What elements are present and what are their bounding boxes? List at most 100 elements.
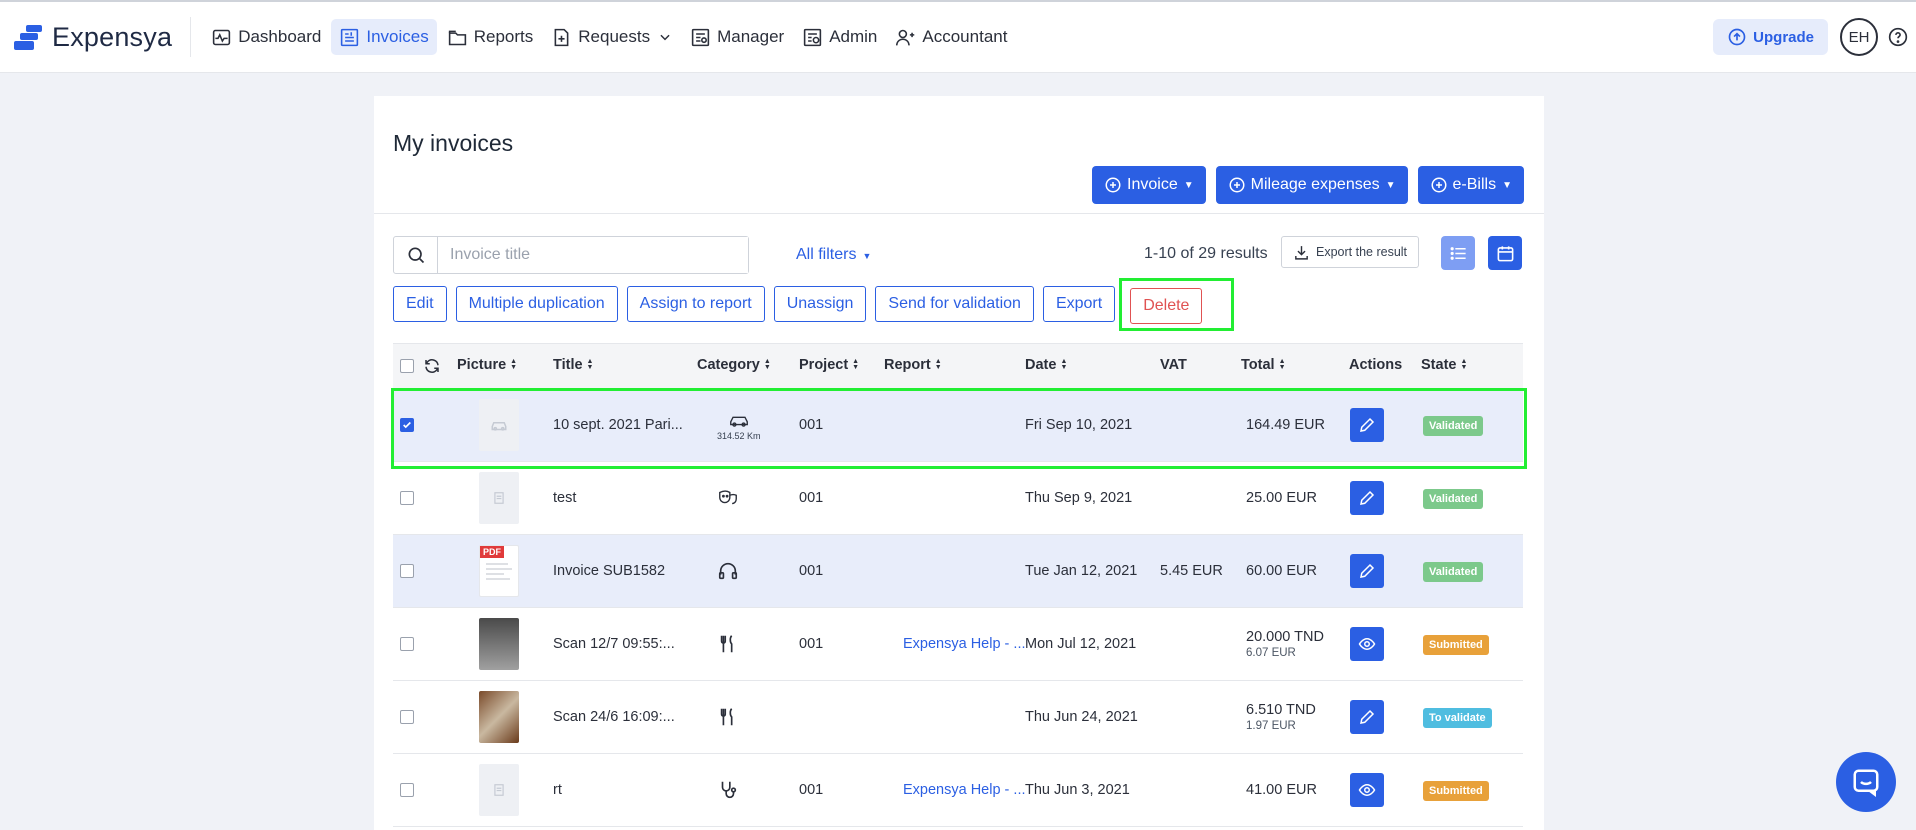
- invoice-thumbnail[interactable]: [479, 472, 519, 524]
- row-edit-button[interactable]: [1350, 554, 1384, 588]
- col-picture[interactable]: Picture ▲ ▼: [457, 357, 517, 373]
- add-invoice-button[interactable]: Invoice ▼: [1092, 166, 1206, 204]
- search-input[interactable]: [438, 237, 748, 273]
- row-checkbox[interactable]: [400, 491, 414, 505]
- add-mileage-button[interactable]: Mileage expenses ▼: [1215, 166, 1408, 204]
- edit-icon: [1360, 490, 1375, 505]
- table-row[interactable]: 10 sept. 2021 Pari... 314.52 Km 001 Fri …: [391, 388, 1527, 469]
- all-filters-dropdown[interactable]: All filters ▼: [796, 246, 871, 264]
- chevron-down-icon: [660, 34, 670, 41]
- invoice-thumbnail[interactable]: [479, 618, 519, 670]
- invoice-thumbnail[interactable]: [479, 399, 519, 451]
- row-edit-button[interactable]: [1350, 700, 1384, 734]
- row-title[interactable]: Scan 24/6 16:09:...: [553, 709, 675, 725]
- table-row[interactable]: test 001 Thu Sep 9, 2021 25.00 EUR Valid…: [393, 462, 1523, 535]
- fork-knife-icon: [720, 708, 733, 726]
- top-right-area: Upgrade EH: [1713, 18, 1916, 56]
- status-badge-label: Validated: [1423, 562, 1484, 582]
- create-buttons: Invoice ▼ Mileage expenses ▼ e-Bills ▼: [1082, 166, 1524, 204]
- status-badge: Submitted: [1423, 781, 1489, 801]
- category-health: [717, 779, 739, 801]
- delete-button[interactable]: Delete: [1130, 288, 1203, 324]
- row-edit-button[interactable]: [1350, 408, 1384, 442]
- row-report-link[interactable]: Expensya Help - ...: [903, 636, 1026, 652]
- calendar-view-button[interactable]: [1488, 236, 1522, 270]
- table-row[interactable]: rt 001 Expensya Help - ... Thu Jun 3, 20…: [393, 754, 1523, 827]
- status-badge: Validated: [1423, 489, 1484, 509]
- nav-admin-label: Admin: [829, 27, 878, 46]
- row-checkbox[interactable]: [400, 637, 414, 651]
- col-total[interactable]: Total ▲ ▼: [1241, 357, 1286, 373]
- row-checkbox[interactable]: [400, 564, 414, 578]
- table-row[interactable]: Scan 12/7 09:55:... 001 Expensya Help - …: [393, 608, 1523, 681]
- nav-requests[interactable]: Requests: [543, 19, 680, 55]
- nav-dashboard-label: Dashboard: [238, 27, 322, 46]
- admin-icon: [804, 28, 822, 46]
- nav-invoices[interactable]: Invoices: [331, 19, 437, 55]
- fork-knife-icon: [720, 635, 733, 653]
- expensya-logo[interactable]: Expensya: [14, 17, 192, 57]
- col-date[interactable]: Date ▲ ▼: [1025, 357, 1067, 373]
- help-icon[interactable]: [1888, 27, 1908, 47]
- table-row[interactable]: PDF Invoice SUB1582 001 Tue Jan 12, 2021…: [393, 535, 1523, 608]
- add-ebills-button[interactable]: e-Bills ▼: [1417, 166, 1524, 204]
- invoice-thumbnail[interactable]: PDF: [479, 545, 519, 597]
- multiple-duplication-button[interactable]: Multiple duplication: [455, 286, 618, 322]
- nav-manager-label: Manager: [717, 27, 785, 46]
- col-report[interactable]: Report ▲ ▼: [884, 357, 942, 373]
- row-checkbox[interactable]: [400, 783, 414, 797]
- unassign-button[interactable]: Unassign: [773, 286, 867, 322]
- row-checkbox[interactable]: [400, 418, 414, 432]
- upgrade-button[interactable]: Upgrade: [1713, 19, 1828, 55]
- refresh-icon[interactable]: [423, 357, 441, 375]
- nav-invoices-label: Invoices: [366, 27, 429, 46]
- col-picture-label: Picture: [457, 357, 507, 373]
- sort-icon: ▲ ▼: [1278, 358, 1286, 371]
- status-badge-label: Validated: [1423, 416, 1484, 436]
- avatar[interactable]: EH: [1840, 18, 1878, 56]
- invoice-thumbnail[interactable]: [479, 691, 519, 743]
- row-date: Mon Jul 12, 2021: [1025, 636, 1137, 652]
- row-title[interactable]: test: [553, 490, 576, 506]
- row-total: 164.49 EUR: [1246, 417, 1325, 433]
- search-icon[interactable]: [394, 237, 438, 273]
- row-title[interactable]: Scan 12/7 09:55:...: [553, 636, 675, 652]
- row-view-button[interactable]: [1350, 773, 1384, 807]
- row-total-converted: 6.07 EUR: [1246, 647, 1296, 659]
- row-total-group: 20.000 TND 6.07 EUR: [1246, 629, 1324, 659]
- assign-to-report-button[interactable]: Assign to report: [626, 286, 765, 322]
- chat-support-button[interactable]: [1836, 752, 1896, 812]
- nav-admin[interactable]: Admin: [794, 19, 885, 55]
- table-row[interactable]: Scan 24/6 16:09:... Thu Jun 24, 2021 6.5…: [393, 681, 1523, 754]
- row-title[interactable]: rt: [553, 782, 562, 798]
- export-result-button[interactable]: Export the result: [1281, 236, 1420, 268]
- row-title[interactable]: Invoice SUB1582: [553, 563, 665, 579]
- send-for-validation-button[interactable]: Send for validation: [875, 286, 1034, 322]
- row-view-button[interactable]: [1350, 627, 1384, 661]
- col-title[interactable]: Title ▲ ▼: [553, 357, 593, 373]
- col-state[interactable]: State ▲ ▼: [1421, 357, 1467, 373]
- col-actions-label: Actions: [1349, 357, 1403, 373]
- row-checkbox[interactable]: [400, 710, 414, 724]
- col-report-label: Report: [884, 357, 931, 373]
- row-total-group: 6.510 TND 1.97 EUR: [1246, 702, 1316, 732]
- col-category[interactable]: Category ▲ ▼: [697, 357, 771, 373]
- row-project: 001: [799, 636, 824, 652]
- export-button[interactable]: Export: [1042, 286, 1116, 322]
- arrow-up-circle-icon: [1728, 28, 1746, 46]
- nav-manager[interactable]: Manager: [682, 19, 792, 55]
- category-restaurant: [717, 706, 739, 728]
- col-actions: Actions: [1349, 357, 1402, 373]
- list-view-button[interactable]: [1441, 236, 1475, 270]
- nav-accountant[interactable]: Accountant: [887, 19, 1015, 55]
- row-title[interactable]: 10 sept. 2021 Pari...: [553, 417, 683, 433]
- plus-circle-icon: [1229, 177, 1245, 193]
- select-all-checkbox[interactable]: [400, 359, 414, 373]
- col-project[interactable]: Project ▲ ▼: [799, 357, 859, 373]
- row-report-link[interactable]: Expensya Help - ...: [903, 782, 1026, 798]
- row-edit-button[interactable]: [1350, 481, 1384, 515]
- nav-reports[interactable]: Reports: [439, 19, 542, 55]
- edit-button[interactable]: Edit: [393, 286, 447, 322]
- nav-dashboard[interactable]: Dashboard: [203, 19, 329, 55]
- invoice-thumbnail[interactable]: [479, 764, 519, 816]
